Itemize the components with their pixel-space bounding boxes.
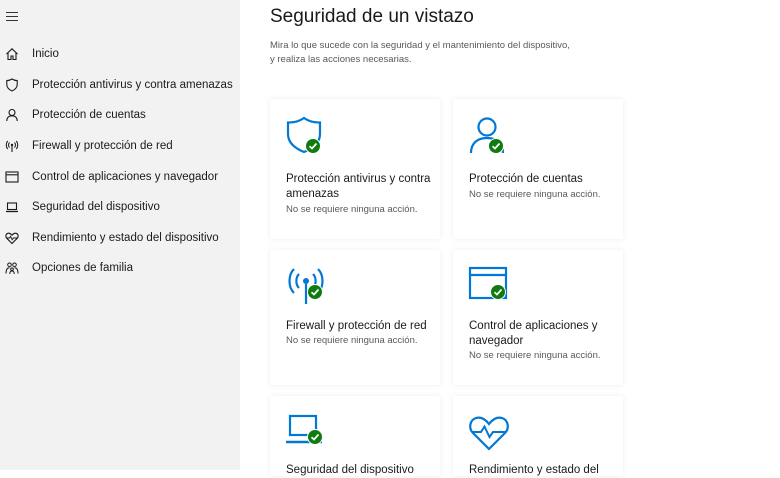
check-icon	[490, 284, 506, 300]
check-icon	[488, 138, 504, 154]
shield-icon	[4, 77, 20, 93]
sidebar-item-cuentas[interactable]: Protección de cuentas	[0, 100, 240, 130]
sidebar-item-dispositivo[interactable]: Seguridad del dispositivo	[0, 192, 240, 222]
card-status: No se requiere ninguna acción.	[469, 189, 601, 200]
sidebar-item-label: Opciones de familia	[32, 262, 133, 274]
sidebar-item-label: Seguridad del dispositivo	[32, 201, 160, 213]
card-firewall[interactable]: Firewall y protección de red No se requi…	[270, 250, 440, 385]
card-status: No se requiere ninguna acción.	[286, 335, 418, 346]
wireless-icon	[4, 138, 20, 154]
page-title: Seguridad de un vistazo	[270, 6, 474, 27]
card-aplicaciones[interactable]: Control de aplicaciones y navegador No s…	[453, 250, 623, 385]
laptop-icon	[284, 410, 328, 454]
home-icon	[4, 46, 20, 62]
sidebar-item-aplicaciones[interactable]: Control de aplicaciones y navegador	[0, 162, 240, 192]
wireless-icon	[284, 264, 328, 308]
main-content: Seguridad de un vistazo Mira lo que suce…	[240, 0, 780, 476]
page-description: Mira lo que sucede con la seguridad y el…	[270, 40, 570, 65]
sidebar-item-antivirus[interactable]: Protección antivirus y contra amenazas	[0, 70, 240, 100]
check-icon	[307, 429, 323, 445]
card-title: Protección antivirus y contra amenazas	[286, 173, 431, 200]
heart-icon	[467, 410, 511, 454]
card-antivirus[interactable]: Protección antivirus y contra amenazas N…	[270, 99, 440, 239]
sidebar-item-familia[interactable]: Opciones de familia	[0, 253, 240, 283]
card-title: Firewall y protección de red	[286, 320, 427, 332]
shield-icon	[284, 113, 328, 157]
heart-icon	[4, 230, 20, 246]
card-status: No se requiere ninguna acción.	[286, 204, 418, 215]
browser-icon	[467, 264, 511, 308]
sidebar-item-firewall[interactable]: Firewall y protección de red	[0, 131, 240, 161]
sidebar-item-label: Protección de cuentas	[32, 109, 146, 121]
card-title: Seguridad del dispositivo	[286, 464, 414, 476]
person-icon	[467, 113, 511, 157]
person-icon	[4, 107, 20, 123]
family-icon	[4, 260, 20, 276]
sidebar-item-label: Protección antivirus y contra amenazas	[32, 79, 233, 91]
browser-icon	[4, 169, 20, 185]
card-title: Control de aplicaciones y navegador	[469, 320, 598, 347]
sidebar-item-inicio[interactable]: Inicio	[0, 39, 240, 69]
hamburger-menu-icon[interactable]	[6, 12, 18, 22]
sidebar-item-label: Rendimiento y estado del dispositivo	[32, 232, 219, 244]
card-dispositivo[interactable]: Seguridad del dispositivo	[270, 396, 440, 476]
sidebar: Inicio Protección antivirus y contra ame…	[0, 0, 240, 470]
card-title: Protección de cuentas	[469, 173, 583, 185]
sidebar-item-label: Firewall y protección de red	[32, 140, 173, 152]
card-rendimiento[interactable]: Rendimiento y estado del	[453, 396, 623, 476]
card-cuentas[interactable]: Protección de cuentas No se requiere nin…	[453, 99, 623, 239]
card-status: No se requiere ninguna acción.	[469, 350, 601, 361]
laptop-icon	[4, 199, 20, 215]
check-icon	[307, 284, 323, 300]
sidebar-item-label: Control de aplicaciones y navegador	[32, 171, 219, 183]
sidebar-item-rendimiento[interactable]: Rendimiento y estado del dispositivo	[0, 223, 240, 253]
card-title: Rendimiento y estado del	[469, 464, 599, 476]
sidebar-item-label: Inicio	[32, 48, 59, 60]
check-icon	[305, 138, 321, 154]
